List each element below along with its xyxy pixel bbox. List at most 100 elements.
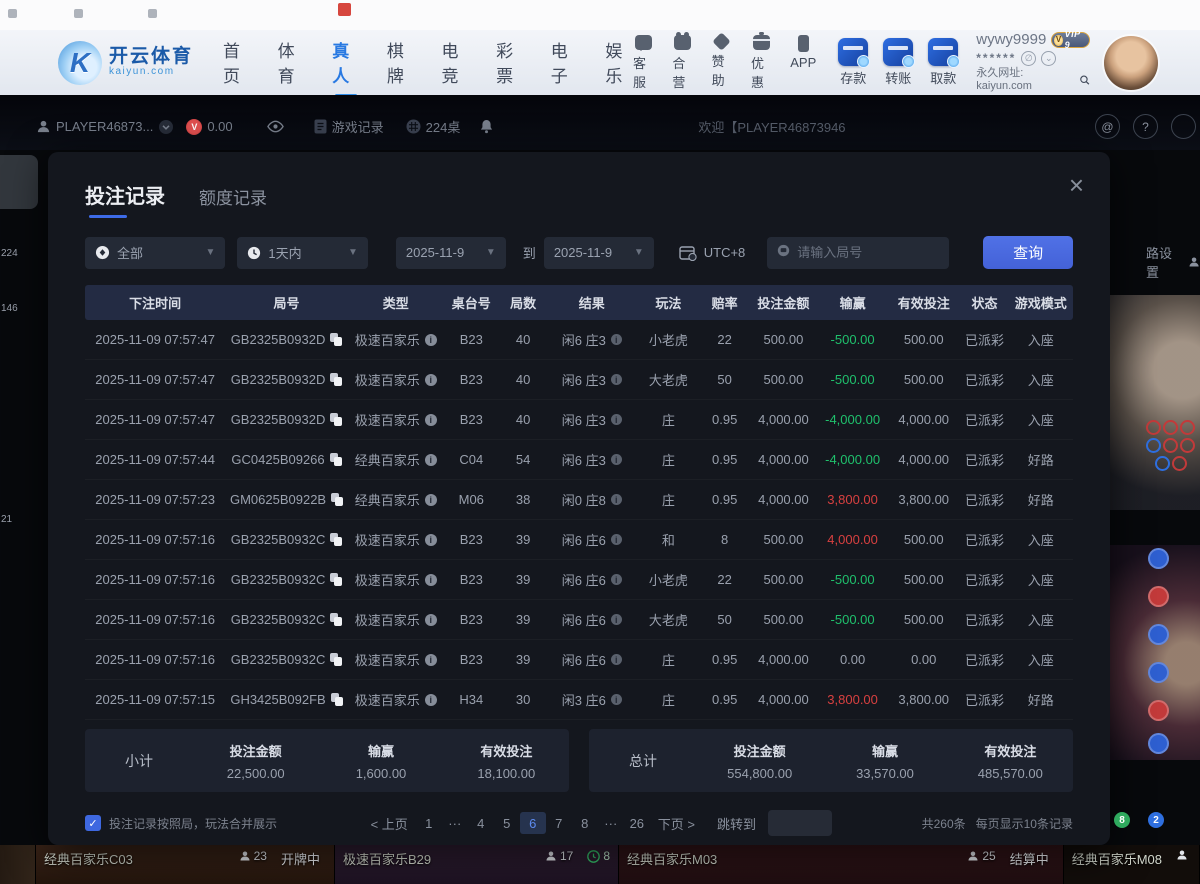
page-number[interactable]: 4 <box>468 812 494 834</box>
nav-item[interactable]: 电子 <box>551 37 579 89</box>
result-info-icon[interactable]: i <box>611 494 622 505</box>
merge-display-checkbox[interactable]: ✓ <box>85 815 101 831</box>
wallet-link[interactable]: 存款 <box>838 38 868 87</box>
result-info-icon[interactable]: i <box>611 534 622 545</box>
copy-icon[interactable] <box>330 533 342 546</box>
copy-icon[interactable] <box>330 333 342 346</box>
jump-to-input[interactable] <box>768 810 832 836</box>
magnifier-icon[interactable] <box>1079 74 1090 86</box>
info-icon[interactable]: i <box>425 494 437 506</box>
copy-icon[interactable] <box>330 413 342 426</box>
live-table-tile[interactable]: 经典百家乐C03 23 开牌中 <box>36 845 335 884</box>
close-icon[interactable]: × <box>1069 172 1084 198</box>
live-table-tile[interactable]: 经典百家乐M08 <box>1064 845 1200 884</box>
copy-icon[interactable] <box>331 493 343 506</box>
nav-item[interactable]: 首页 <box>223 37 251 89</box>
wallet-link[interactable]: 转账 <box>883 38 913 87</box>
copy-icon[interactable] <box>330 573 342 586</box>
date-to-select[interactable]: 2025-11-9 ▼ <box>544 237 654 269</box>
info-icon[interactable]: i <box>425 534 437 546</box>
prev-page-button[interactable]: < 上页 <box>367 814 412 833</box>
category-select[interactable]: 全部 ▼ <box>85 237 225 269</box>
nav-item[interactable]: 真人 <box>332 37 360 89</box>
copy-icon[interactable] <box>331 693 343 706</box>
help-icon[interactable]: ? <box>1133 114 1158 139</box>
result-info-icon[interactable]: i <box>611 694 622 705</box>
cell-win-loss: 0.00 <box>818 652 887 667</box>
nav-item[interactable]: 体育 <box>278 37 306 89</box>
table-name: 经典百家乐M08 <box>1072 849 1162 868</box>
document-icon <box>314 119 327 134</box>
game-records-link[interactable]: 游戏记录 <box>314 117 384 136</box>
cell-status: 已派彩 <box>960 370 1008 389</box>
live-table-tile[interactable]: 经典百家乐M03 25 结算中 <box>619 845 1064 884</box>
round-number-input[interactable] <box>767 237 949 269</box>
page-number[interactable]: ··· <box>442 812 468 834</box>
result-info-icon[interactable]: i <box>611 614 622 625</box>
timezone-control[interactable]: UTC+8 <box>679 245 746 261</box>
live-table-tile[interactable]: 极速百家乐B29 17 8 <box>335 845 619 884</box>
user-avatar[interactable] <box>1104 36 1158 90</box>
query-button[interactable]: 查询 <box>983 236 1073 269</box>
copy-icon[interactable] <box>330 373 342 386</box>
notifications-button[interactable] <box>480 119 493 134</box>
visibility-toggle[interactable] <box>267 120 284 133</box>
range-select[interactable]: 1天内 ▼ <box>237 237 367 269</box>
road-settings-link[interactable]: 路设置 <box>1146 243 1200 281</box>
info-icon[interactable]: i <box>425 694 437 706</box>
result-info-icon[interactable]: i <box>611 334 622 345</box>
page-number[interactable]: 7 <box>546 812 572 834</box>
info-icon[interactable]: i <box>425 374 437 386</box>
page-number[interactable]: 1 <box>416 812 442 834</box>
brand-logo[interactable]: K 开云体育 kaiyun.com <box>58 41 193 85</box>
quick-link[interactable]: 赞助 <box>712 35 732 91</box>
username[interactable]: wywy9999 <box>976 31 1046 50</box>
info-icon[interactable]: i <box>425 454 437 466</box>
more-icon[interactable] <box>1171 114 1196 139</box>
copy-icon[interactable] <box>330 653 342 666</box>
result-info-icon[interactable]: i <box>611 414 622 425</box>
quick-link[interactable]: 客服 <box>633 35 653 91</box>
game-id-text: GM0625B0922B <box>230 492 326 507</box>
filter-bar: 全部 ▼ 1天内 ▼ 2025-11-9 ▼ 到 2025-11-9 <box>85 236 1073 269</box>
sponsor-icon <box>713 32 731 50</box>
result-info-icon[interactable]: i <box>611 454 622 465</box>
result-info-icon[interactable]: i <box>611 374 622 385</box>
wallet-link[interactable]: 取款 <box>928 38 958 87</box>
date-from-select[interactable]: 2025-11-9 ▼ <box>396 237 506 269</box>
info-icon[interactable]: i <box>425 574 437 586</box>
result-info-icon[interactable]: i <box>611 654 622 665</box>
service-icon[interactable]: @ <box>1095 114 1120 139</box>
nav-item[interactable]: 彩票 <box>496 37 524 89</box>
player-menu[interactable]: PLAYER46873... <box>36 119 174 135</box>
page-number[interactable]: 8 <box>572 812 598 834</box>
page-number[interactable]: ··· <box>598 812 624 834</box>
modal-tab[interactable]: 额度记录 <box>199 184 267 218</box>
person-icon <box>1188 255 1200 269</box>
tables-count-link[interactable]: 224桌 <box>406 117 461 136</box>
next-page-button[interactable]: 下页 > <box>654 814 699 833</box>
page-number[interactable]: 6 <box>520 812 546 834</box>
info-icon[interactable]: i <box>425 614 437 626</box>
copy-icon[interactable] <box>330 613 342 626</box>
nav-item[interactable]: 棋牌 <box>387 37 415 89</box>
refresh-icon[interactable]: ⌄ <box>1041 51 1056 66</box>
modal-tab[interactable]: 投注记录 <box>85 180 165 218</box>
info-icon[interactable]: i <box>425 654 437 666</box>
eye-off-icon[interactable]: ∅ <box>1021 51 1036 66</box>
page-number[interactable]: 5 <box>494 812 520 834</box>
browser-extension-icon[interactable] <box>338 3 351 16</box>
cell-game-mode: 入座 <box>1009 410 1073 429</box>
page-number[interactable]: 26 <box>624 812 650 834</box>
quick-link[interactable]: 优惠 <box>751 35 771 91</box>
quick-link[interactable]: 合营 <box>672 35 692 91</box>
nav-item[interactable]: 娱乐 <box>605 37 633 89</box>
column-header: 局号 <box>225 293 348 312</box>
info-icon[interactable]: i <box>425 414 437 426</box>
result-info-icon[interactable]: i <box>611 574 622 585</box>
quick-link[interactable]: APP <box>790 35 816 91</box>
balance-display[interactable]: V 0.00 <box>186 119 232 135</box>
copy-icon[interactable] <box>330 453 342 466</box>
nav-item[interactable]: 电竞 <box>442 37 470 89</box>
info-icon[interactable]: i <box>425 334 437 346</box>
